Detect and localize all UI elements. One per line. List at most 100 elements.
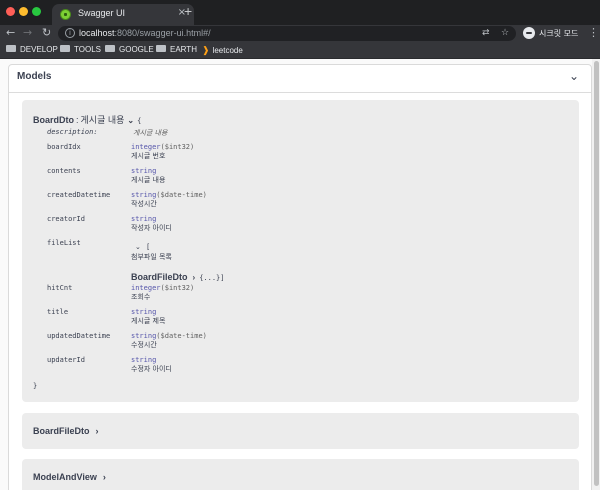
property-type: string <box>131 356 156 364</box>
translate-icon[interactable]: ⇄ <box>482 28 490 38</box>
property-name: fileList <box>47 239 81 247</box>
page-scrollbar[interactable] <box>592 59 600 490</box>
back-arrow-icon[interactable]: ← <box>6 26 15 39</box>
chevron-right-icon[interactable]: › <box>193 273 196 282</box>
scrollbar-thumb[interactable] <box>594 61 599 486</box>
type-name: string <box>131 167 157 175</box>
folder-icon <box>156 45 166 52</box>
type-format: ($int32) <box>160 143 195 151</box>
bookmark-develop[interactable]: DEVELOP <box>6 45 58 54</box>
models-title: Models <box>17 71 52 82</box>
bookmark-leetcode[interactable]: ❱ leetcode <box>202 45 243 56</box>
forward-arrow-icon[interactable]: → <box>23 26 32 39</box>
bookmark-label: TOOLS <box>74 45 101 54</box>
description-value: 게시글 내용 <box>133 129 168 137</box>
model-name: BoardFileDto <box>33 426 90 436</box>
description-label: description: <box>47 128 98 136</box>
tab-title: Swagger UI <box>78 8 126 18</box>
property-name: title <box>47 308 69 316</box>
property-name: hitCnt <box>47 284 73 292</box>
incognito-label[interactable]: 시크릿 모드 <box>539 28 578 39</box>
model-title-separator: : <box>76 115 79 125</box>
tab-strip: Swagger UI × + <box>0 0 600 25</box>
model-title-description: 게시글 내용 <box>80 115 125 125</box>
chevron-down-icon[interactable]: ⌄ <box>569 69 579 83</box>
open-brace: { <box>137 117 142 125</box>
property-type: string($date-time) <box>131 332 207 340</box>
chevron-right-icon[interactable]: › <box>96 426 99 436</box>
property-description: 작성시간 <box>131 200 157 208</box>
browser-toolbar: ← → ↻ i localhost:8080/swagger-ui.html#/… <box>0 25 600 42</box>
bookmark-tools[interactable]: TOOLS <box>60 45 101 54</box>
property-type: string <box>131 215 156 223</box>
model-name-wrap: BoardFileDto › <box>33 426 99 436</box>
model-boardfiledto[interactable]: BoardFileDto › <box>22 413 579 449</box>
nested-model-name: BoardFileDto <box>131 272 188 282</box>
site-info-icon[interactable]: i <box>65 28 75 38</box>
folder-icon <box>105 45 115 52</box>
type-name: string <box>131 308 157 316</box>
property-name: createdDatetime <box>47 191 111 199</box>
property-type: string <box>131 167 156 175</box>
model-modelandview[interactable]: ModelAndView › <box>22 459 579 490</box>
type-format: ($date-time) <box>156 191 207 199</box>
property-description: 게시글 내용 <box>131 176 166 184</box>
page-content: Models ⌄ BoardDto: 게시글 내용 ⌄{ description: … <box>0 59 600 490</box>
property-description: 작성자 아이디 <box>131 224 172 232</box>
property-description: 게시글 제목 <box>131 317 166 325</box>
chevron-down-icon[interactable]: ⌄ <box>135 243 141 251</box>
models-section: Models ⌄ BoardDto: 게시글 내용 ⌄{ description: … <box>8 64 592 490</box>
property-name: contents <box>47 167 81 175</box>
url-text[interactable]: localhost:8080/swagger-ui.html#/ <box>79 28 211 38</box>
type-name: string <box>131 356 157 364</box>
chevron-down-icon[interactable]: ⌄ <box>127 116 134 125</box>
property-description: 수정시간 <box>131 341 157 349</box>
property-type: string <box>131 308 156 316</box>
close-window-button[interactable] <box>6 7 15 16</box>
swagger-favicon-icon <box>60 9 71 20</box>
property-name: boardIdx <box>47 143 81 151</box>
type-name: string <box>131 215 157 223</box>
type-name: integer <box>131 284 161 292</box>
type-name: string <box>131 191 157 199</box>
close-brace: } <box>33 382 38 390</box>
bookmark-label: EARTH <box>170 45 197 54</box>
browser-tab[interactable]: Swagger UI × <box>52 4 194 25</box>
type-format: ($int32) <box>160 284 195 292</box>
folder-icon <box>6 45 16 52</box>
bookmarks-bar: DEVELOP TOOLS GOOGLE EARTH ❱ leetcode <box>0 42 600 59</box>
bookmark-label: leetcode <box>212 46 243 55</box>
bookmark-star-icon[interactable]: ☆ <box>501 28 509 38</box>
folder-icon <box>60 45 70 52</box>
property-description: 첨부파일 목록 <box>131 253 172 261</box>
bookmark-label: DEVELOP <box>20 45 58 54</box>
models-header[interactable]: Models ⌄ <box>9 65 591 93</box>
model-name: BoardDto <box>33 115 74 125</box>
bookmark-earth[interactable]: EARTH <box>156 45 197 54</box>
type-name: string <box>131 332 157 340</box>
model-name-wrap: ModelAndView › <box>33 472 106 482</box>
minimize-window-button[interactable] <box>19 7 28 16</box>
menu-dots-icon[interactable]: ⋮ <box>588 26 599 39</box>
property-description: 게시글 번호 <box>131 152 166 160</box>
new-tab-button[interactable]: + <box>184 3 192 19</box>
nested-model-boardfiledto[interactable]: BoardFileDto › {...}] <box>131 272 224 282</box>
property-name: updaterId <box>47 356 85 364</box>
bookmark-google[interactable]: GOOGLE <box>105 45 154 54</box>
property-description: 조회수 <box>131 293 151 301</box>
model-title[interactable]: BoardDto: 게시글 내용 ⌄{ <box>33 113 141 126</box>
array-open-bracket: [ <box>146 243 151 251</box>
incognito-icon[interactable] <box>523 27 535 39</box>
property-type: integer($int32) <box>131 143 194 151</box>
chevron-right-icon[interactable]: › <box>103 472 106 482</box>
leetcode-icon: ❱ <box>202 45 210 55</box>
model-name: ModelAndView <box>33 472 97 482</box>
property-type: integer($int32) <box>131 284 194 292</box>
property-description: 수정자 아이디 <box>131 365 172 373</box>
address-bar[interactable]: i localhost:8080/swagger-ui.html#/ ⇄ ☆ <box>58 26 516 41</box>
reload-icon[interactable]: ↻ <box>42 26 51 39</box>
property-type: string($date-time) <box>131 191 207 199</box>
model-boarddto: BoardDto: 게시글 내용 ⌄{ description: 게시글 내용 bo… <box>22 100 579 402</box>
maximize-window-button[interactable] <box>32 7 41 16</box>
url-path: :8080/swagger-ui.html#/ <box>114 28 211 38</box>
